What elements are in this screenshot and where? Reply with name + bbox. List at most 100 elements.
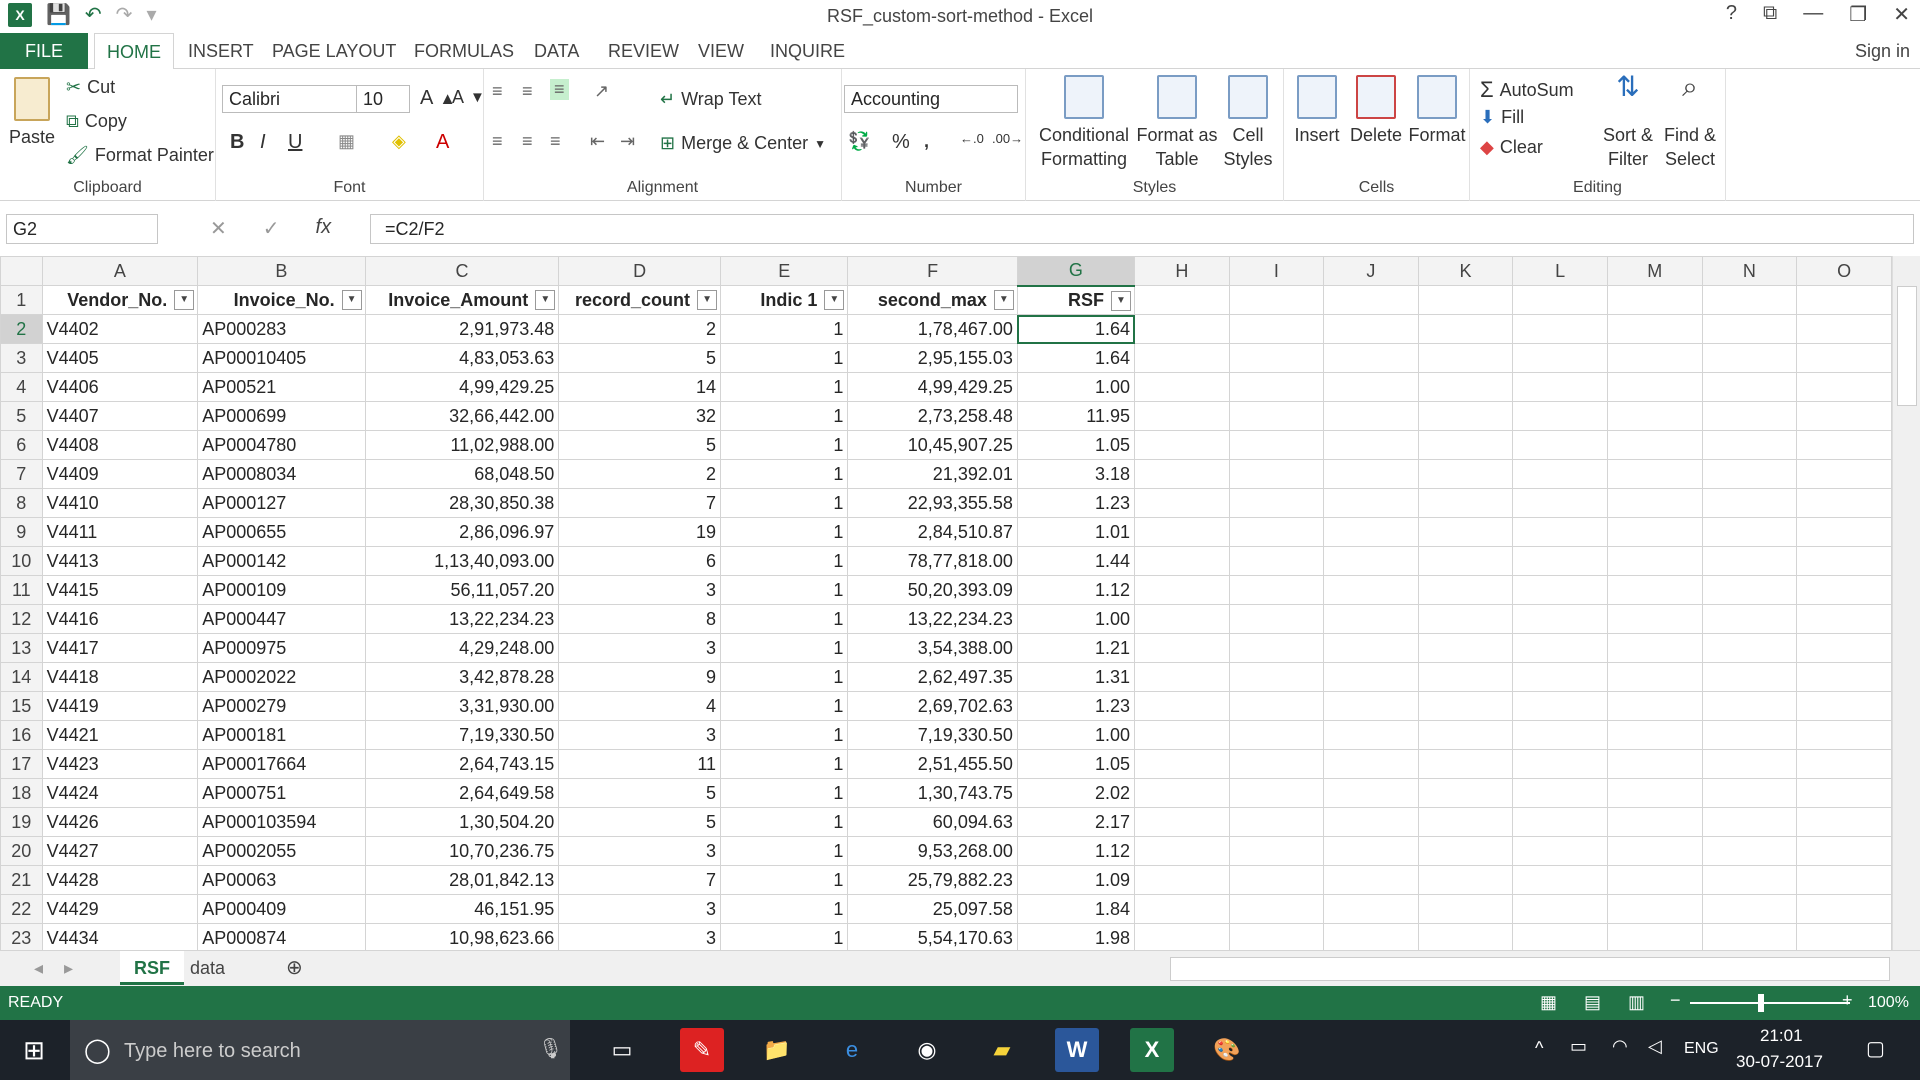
empty-cell[interactable] xyxy=(1323,459,1419,489)
empty-cell[interactable] xyxy=(1606,865,1703,895)
restore-icon[interactable]: ❐ xyxy=(1849,2,1867,27)
table-header-cell[interactable]: second_max ▼ xyxy=(847,285,1018,315)
table-header-cell[interactable]: Indic 1 ▼ xyxy=(720,285,849,315)
empty-cell[interactable] xyxy=(1512,894,1608,924)
empty-cell[interactable] xyxy=(1606,517,1703,547)
cell[interactable]: V4402 xyxy=(41,314,199,344)
cell[interactable]: 11 xyxy=(558,749,722,779)
windows-start-icon[interactable]: ⊞ xyxy=(12,1028,56,1072)
cell[interactable]: AP000142 xyxy=(197,546,366,576)
column-header[interactable]: F xyxy=(847,256,1018,286)
row-header[interactable]: 3 xyxy=(0,343,43,373)
cell[interactable]: 2,51,455.50 xyxy=(847,749,1018,779)
empty-cell[interactable] xyxy=(1323,314,1419,344)
cell[interactable]: 50,20,393.09 xyxy=(847,575,1018,605)
taskbar-search-box[interactable]: ◯ Type here to search 🎙 xyxy=(70,1020,570,1080)
format-as-table-button[interactable]: Format as Table xyxy=(1136,75,1218,171)
microphone-icon[interactable]: 🎙 xyxy=(538,1036,563,1061)
cell[interactable]: 1.64 xyxy=(1016,343,1136,373)
cell[interactable]: 1.05 xyxy=(1016,749,1136,779)
empty-cell[interactable] xyxy=(1796,372,1892,402)
empty-cell[interactable] xyxy=(1701,314,1798,344)
empty-cell[interactable] xyxy=(1134,459,1230,489)
cell[interactable]: 7,19,330.50 xyxy=(364,720,560,750)
cell[interactable]: 1 xyxy=(720,517,849,547)
filter-dropdown-icon[interactable]: ▼ xyxy=(697,290,718,310)
select-all-corner[interactable] xyxy=(0,256,43,286)
horizontal-scrollbar[interactable] xyxy=(1170,957,1890,981)
empty-cell[interactable] xyxy=(1323,691,1419,721)
empty-cell[interactable] xyxy=(1228,343,1325,373)
empty-cell[interactable] xyxy=(1417,604,1514,634)
orientation-icon[interactable]: ↗ xyxy=(594,81,609,102)
excel-taskbar-icon[interactable]: X xyxy=(1130,1028,1174,1072)
format-painter-button[interactable]: 🖌 Format Painter xyxy=(66,145,214,166)
row-header[interactable]: 4 xyxy=(0,372,43,402)
cell[interactable]: V4407 xyxy=(41,401,199,431)
cell[interactable]: 1.09 xyxy=(1016,865,1136,895)
empty-cell[interactable] xyxy=(1796,604,1892,634)
empty-cell[interactable] xyxy=(1606,662,1703,692)
empty-cell[interactable] xyxy=(1796,488,1892,518)
empty-cell[interactable] xyxy=(1134,749,1230,779)
cell[interactable]: 1.12 xyxy=(1016,836,1136,866)
cell[interactable]: 1,30,743.75 xyxy=(847,778,1018,808)
empty-cell[interactable] xyxy=(1134,546,1230,576)
row-header[interactable]: 14 xyxy=(0,662,43,692)
empty-cell[interactable] xyxy=(1417,517,1514,547)
empty-cell[interactable] xyxy=(1417,662,1514,692)
cell[interactable]: 3 xyxy=(558,633,722,663)
vertical-scroll-thumb[interactable] xyxy=(1897,286,1917,406)
empty-cell[interactable] xyxy=(1606,546,1703,576)
empty-cell[interactable] xyxy=(1606,720,1703,750)
empty-cell[interactable] xyxy=(1512,488,1608,518)
cell[interactable]: 4,29,248.00 xyxy=(364,633,560,663)
cell[interactable]: 5 xyxy=(558,343,722,373)
empty-cell[interactable] xyxy=(1796,430,1892,460)
empty-cell[interactable] xyxy=(1228,923,1325,950)
table-header-cell[interactable]: Vendor_No. ▼ xyxy=(41,285,199,315)
empty-cell[interactable] xyxy=(1796,865,1892,895)
cell[interactable]: AP000874 xyxy=(197,923,366,950)
cell[interactable]: 11.95 xyxy=(1016,401,1136,431)
empty-cell[interactable] xyxy=(1323,865,1419,895)
empty-cell[interactable] xyxy=(1796,343,1892,373)
empty-cell[interactable] xyxy=(1417,720,1514,750)
cell[interactable]: 2 xyxy=(558,314,722,344)
cell[interactable]: 1,78,467.00 xyxy=(847,314,1018,344)
normal-view-icon[interactable]: ▦ xyxy=(1540,992,1557,1013)
empty-cell[interactable] xyxy=(1796,285,1892,315)
empty-cell[interactable] xyxy=(1606,691,1703,721)
empty-cell[interactable] xyxy=(1512,285,1608,315)
pdf-app-icon[interactable]: ✎ xyxy=(680,1028,724,1072)
empty-cell[interactable] xyxy=(1323,604,1419,634)
cell[interactable]: 2,84,510.87 xyxy=(847,517,1018,547)
cell[interactable]: 8 xyxy=(558,604,722,634)
filter-dropdown-icon[interactable]: ▼ xyxy=(535,290,556,310)
cell[interactable]: 3,54,388.00 xyxy=(847,633,1018,663)
empty-cell[interactable] xyxy=(1228,778,1325,808)
tab-page-layout[interactable]: PAGE LAYOUT xyxy=(260,33,408,69)
merge-center-button[interactable]: ⊞ Merge & Center ▼ xyxy=(660,133,826,154)
empty-cell[interactable] xyxy=(1512,517,1608,547)
empty-cell[interactable] xyxy=(1701,285,1798,315)
empty-cell[interactable] xyxy=(1323,285,1419,315)
help-icon[interactable]: ? xyxy=(1726,2,1737,27)
column-header[interactable]: B xyxy=(197,256,366,286)
cell[interactable]: 1.00 xyxy=(1016,372,1136,402)
column-header[interactable]: N xyxy=(1701,256,1798,286)
empty-cell[interactable] xyxy=(1701,488,1798,518)
cell[interactable]: 1 xyxy=(720,633,849,663)
row-header[interactable]: 16 xyxy=(0,720,43,750)
align-top-icon[interactable]: ≡ xyxy=(492,81,503,102)
cell[interactable]: 1 xyxy=(720,923,849,950)
empty-cell[interactable] xyxy=(1323,401,1419,431)
empty-cell[interactable] xyxy=(1417,836,1514,866)
page-break-view-icon[interactable]: ▥ xyxy=(1628,992,1645,1013)
empty-cell[interactable] xyxy=(1512,923,1608,950)
zoom-out-icon[interactable]: − xyxy=(1670,990,1681,1011)
cell[interactable]: 1 xyxy=(720,894,849,924)
sticky-notes-icon[interactable]: ▰ xyxy=(980,1028,1024,1072)
filter-dropdown-icon[interactable]: ▼ xyxy=(174,290,195,310)
align-middle-icon[interactable]: ≡ xyxy=(522,81,533,102)
